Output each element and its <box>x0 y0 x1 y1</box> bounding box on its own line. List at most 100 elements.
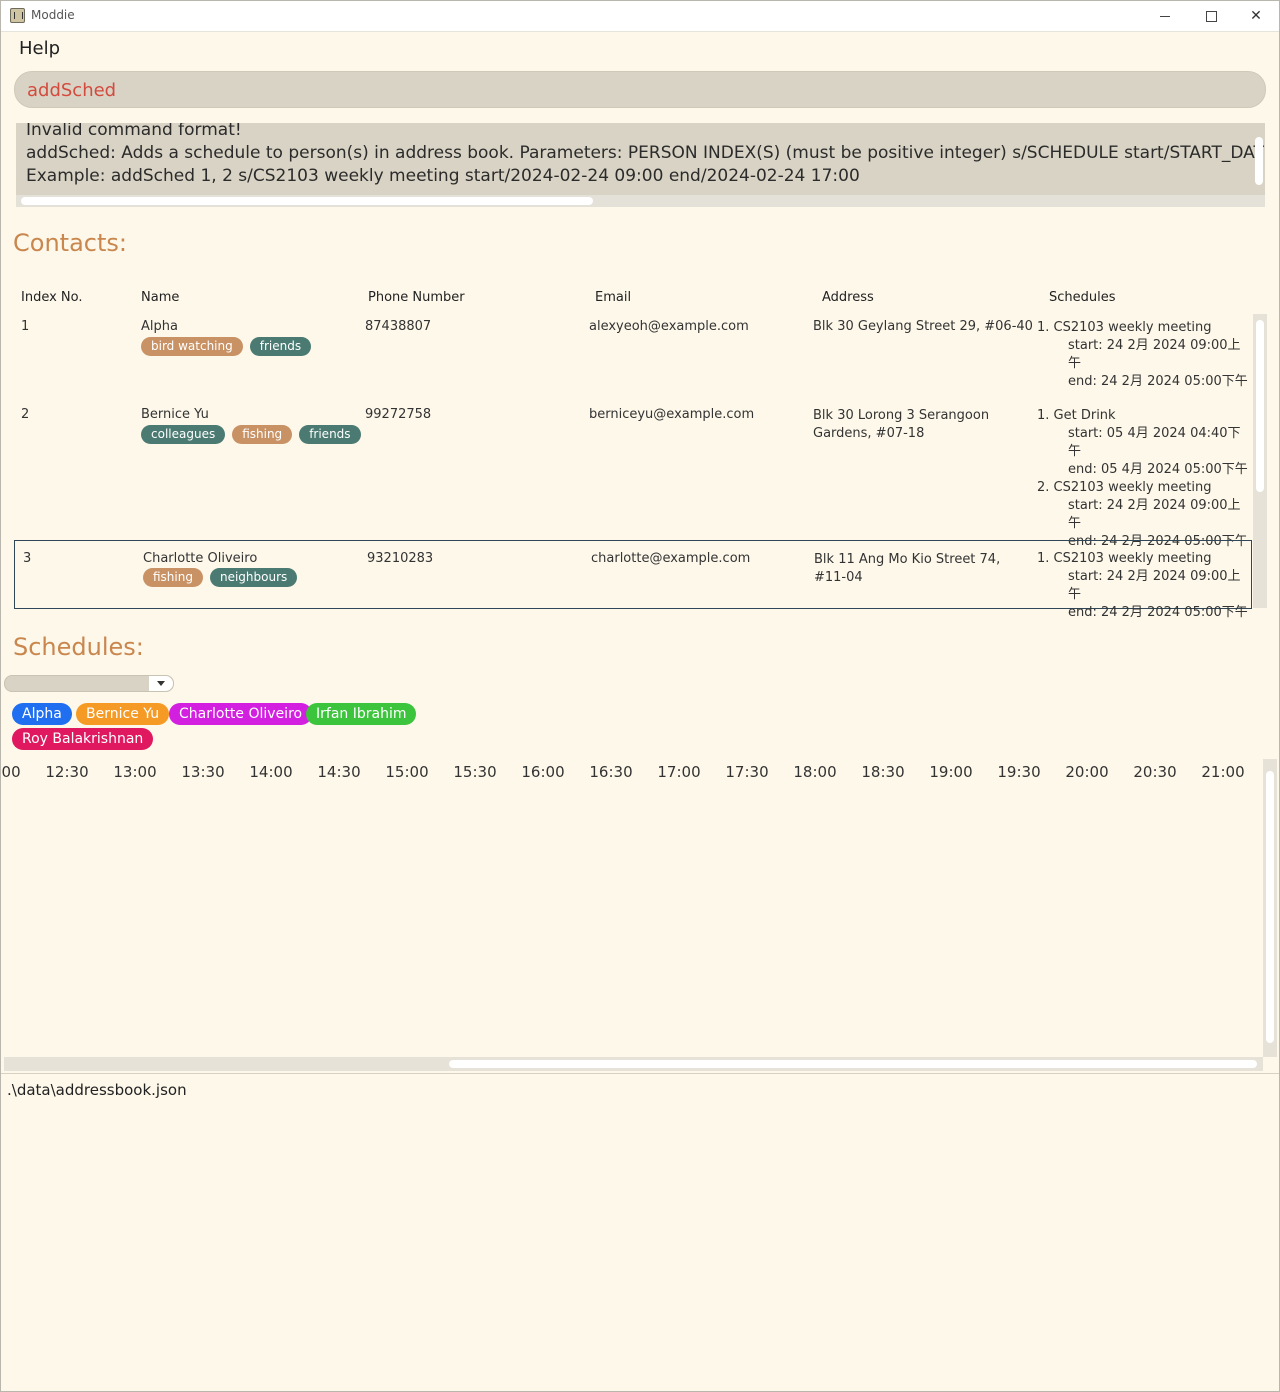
timeline-tick: 19:30 <box>997 763 1041 781</box>
close-button[interactable]: ✕ <box>1233 1 1279 31</box>
timeline-tick: 14:30 <box>317 763 361 781</box>
timeline-tick: 12:00 <box>1 763 21 781</box>
chevron-down-icon[interactable] <box>149 676 173 691</box>
tag: fishing <box>232 425 293 444</box>
contact-tags: bird watching friends <box>141 337 312 356</box>
app-logo-icon <box>10 8 25 23</box>
person-chip-alpha[interactable]: Alpha <box>12 703 72 725</box>
app-window: Moddie ✕ Help addSched Invalid command f… <box>0 0 1280 1392</box>
contact-email: alexyeoh@example.com <box>589 319 749 334</box>
tag: bird watching <box>141 337 243 356</box>
schedule-start: start: 24 2月 2024 09:00上午 <box>1068 498 1241 531</box>
timeline-tick: 19:00 <box>929 763 973 781</box>
maximize-icon <box>1205 10 1217 22</box>
person-chip-irfan[interactable]: Irfan Ibrahim <box>306 703 417 725</box>
tag: friends <box>299 425 361 444</box>
schedule-title: 2. CS2103 weekly meeting <box>1037 480 1212 495</box>
address-line: Blk 30 Geylang Street 29, #06-40 <box>813 319 1033 334</box>
person-chip-bernice[interactable]: Bernice Yu <box>76 703 170 725</box>
timeline-vscroll-thumb[interactable] <box>1266 771 1274 1043</box>
result-text: Invalid command format! addSched: Adds a… <box>26 123 1265 188</box>
schedule-end: end: 24 2月 2024 05:00下午 <box>1068 605 1248 620</box>
result-line: addSched: Adds a schedule to person(s) i… <box>26 143 1265 163</box>
contacts-vertical-scrollbar[interactable] <box>1253 314 1267 608</box>
result-line: Example: addSched 1, 2 s/CS2103 weekly m… <box>26 166 860 186</box>
contact-row[interactable]: 1 Alpha bird watching friends 87438807 a… <box>14 319 1252 399</box>
address-line: Blk 30 Lorong 3 Serangoon <box>813 408 990 423</box>
tag: neighbours <box>209 568 298 587</box>
timeline-tick: 14:00 <box>249 763 293 781</box>
timeline-tick: 12:30 <box>45 763 89 781</box>
contact-schedules: 1. Get Drink start: 05 4月 2024 04:40下午 e… <box>1037 407 1252 551</box>
result-scroll-thumb[interactable] <box>21 197 593 205</box>
contacts-scroll-thumb[interactable] <box>1256 320 1264 492</box>
timeline-tick: 18:30 <box>861 763 905 781</box>
timeline-tick: 18:00 <box>793 763 837 781</box>
timeline-tick: 13:00 <box>113 763 157 781</box>
contacts-title: Contacts: <box>13 229 127 257</box>
contact-address: Blk 30 Lorong 3 Serangoon Gardens, #07-1… <box>813 407 989 443</box>
address-line: #11-04 <box>814 570 863 585</box>
contact-row-selected[interactable]: 3 Charlotte Oliveiro fishing neighbours … <box>14 540 1252 620</box>
tag: friends <box>249 337 312 356</box>
schedule-title: 1. CS2103 weekly meeting <box>1037 551 1212 566</box>
contact-phone: 99272758 <box>365 407 432 422</box>
command-input[interactable]: addSched <box>27 80 116 101</box>
contact-name: Bernice Yu <box>141 407 209 422</box>
timeline-tick: 20:00 <box>1065 763 1109 781</box>
schedule-end: end: 05 4月 2024 05:00下午 <box>1068 462 1248 477</box>
timeline-tick: 17:30 <box>725 763 769 781</box>
contact-index: 3 <box>23 551 32 566</box>
schedule-start: start: 05 4月 2024 04:40下午 <box>1068 426 1241 459</box>
timeline-tick: 13:30 <box>181 763 225 781</box>
timeline-tick: 21:00 <box>1201 763 1245 781</box>
result-display[interactable]: Invalid command format! addSched: Adds a… <box>16 123 1265 207</box>
schedule-dropdown[interactable] <box>4 675 174 692</box>
timeline-tick: 15:00 <box>385 763 429 781</box>
timeline-tick: 20:30 <box>1133 763 1177 781</box>
timeline-axis: 12:00 12:30 13:00 13:30 14:00 14:30 15:00 15:30… <box>1 763 1263 783</box>
contact-index: 1 <box>21 319 30 334</box>
contact-phone: 93210283 <box>367 551 434 566</box>
contact-schedules: 1. CS2103 weekly meeting start: 24 2月 20… <box>1037 550 1251 622</box>
contact-name: Alpha <box>141 319 178 334</box>
menu-help[interactable]: Help <box>19 38 60 59</box>
tag: fishing <box>143 568 203 587</box>
contact-address: Blk 30 Geylang Street 29, #06-40 <box>813 319 1033 334</box>
minimize-button[interactable] <box>1142 1 1188 31</box>
timeline-hscroll-thumb[interactable] <box>449 1060 1257 1068</box>
person-chip-roy[interactable]: Roy Balakrishnan <box>12 728 154 750</box>
status-divider <box>1 1073 1279 1074</box>
person-chip-charlotte[interactable]: Charlotte Oliveiro <box>169 703 313 725</box>
column-header-email: Email <box>595 290 632 305</box>
schedules-title: Schedules: <box>13 633 144 661</box>
contact-tags: fishing neighbours <box>143 568 298 587</box>
result-line: Invalid command format! <box>26 123 242 140</box>
title-bar: Moddie ✕ <box>1 1 1279 32</box>
schedule-end: end: 24 2月 2024 05:00下午 <box>1068 374 1248 389</box>
address-line: Blk 11 Ang Mo Kio Street 74, <box>814 552 1001 567</box>
timeline-vertical-scrollbar[interactable] <box>1263 759 1277 1057</box>
window-title: Moddie <box>31 8 75 22</box>
column-header-index: Index No. <box>21 290 83 305</box>
minimize-icon <box>1160 15 1170 17</box>
contact-index: 2 <box>21 407 30 422</box>
result-vertical-scrollbar[interactable] <box>1255 137 1263 185</box>
column-header-address: Address <box>822 290 874 305</box>
tag: colleagues <box>141 425 226 444</box>
command-box[interactable]: addSched <box>14 71 1266 108</box>
schedule-timeline[interactable] <box>4 759 1264 1056</box>
timeline-tick: 16:00 <box>521 763 565 781</box>
contact-email: charlotte@example.com <box>591 551 751 566</box>
status-file-path: .\data\addressbook.json <box>7 1081 187 1099</box>
address-line: Gardens, #07-18 <box>813 426 925 441</box>
contact-row[interactable]: 2 Bernice Yu colleagues fishing friends … <box>14 407 1252 549</box>
schedule-title: 1. CS2103 weekly meeting <box>1037 320 1212 335</box>
timeline-tick: 15:30 <box>453 763 497 781</box>
result-horizontal-scrollbar[interactable] <box>16 195 1265 207</box>
maximize-button[interactable] <box>1188 1 1234 31</box>
contact-address: Blk 11 Ang Mo Kio Street 74, #11-04 <box>814 551 1000 587</box>
timeline-tick: 17:00 <box>657 763 701 781</box>
schedule-start: start: 24 2月 2024 09:00上午 <box>1068 338 1241 371</box>
timeline-horizontal-scrollbar[interactable] <box>4 1057 1263 1071</box>
